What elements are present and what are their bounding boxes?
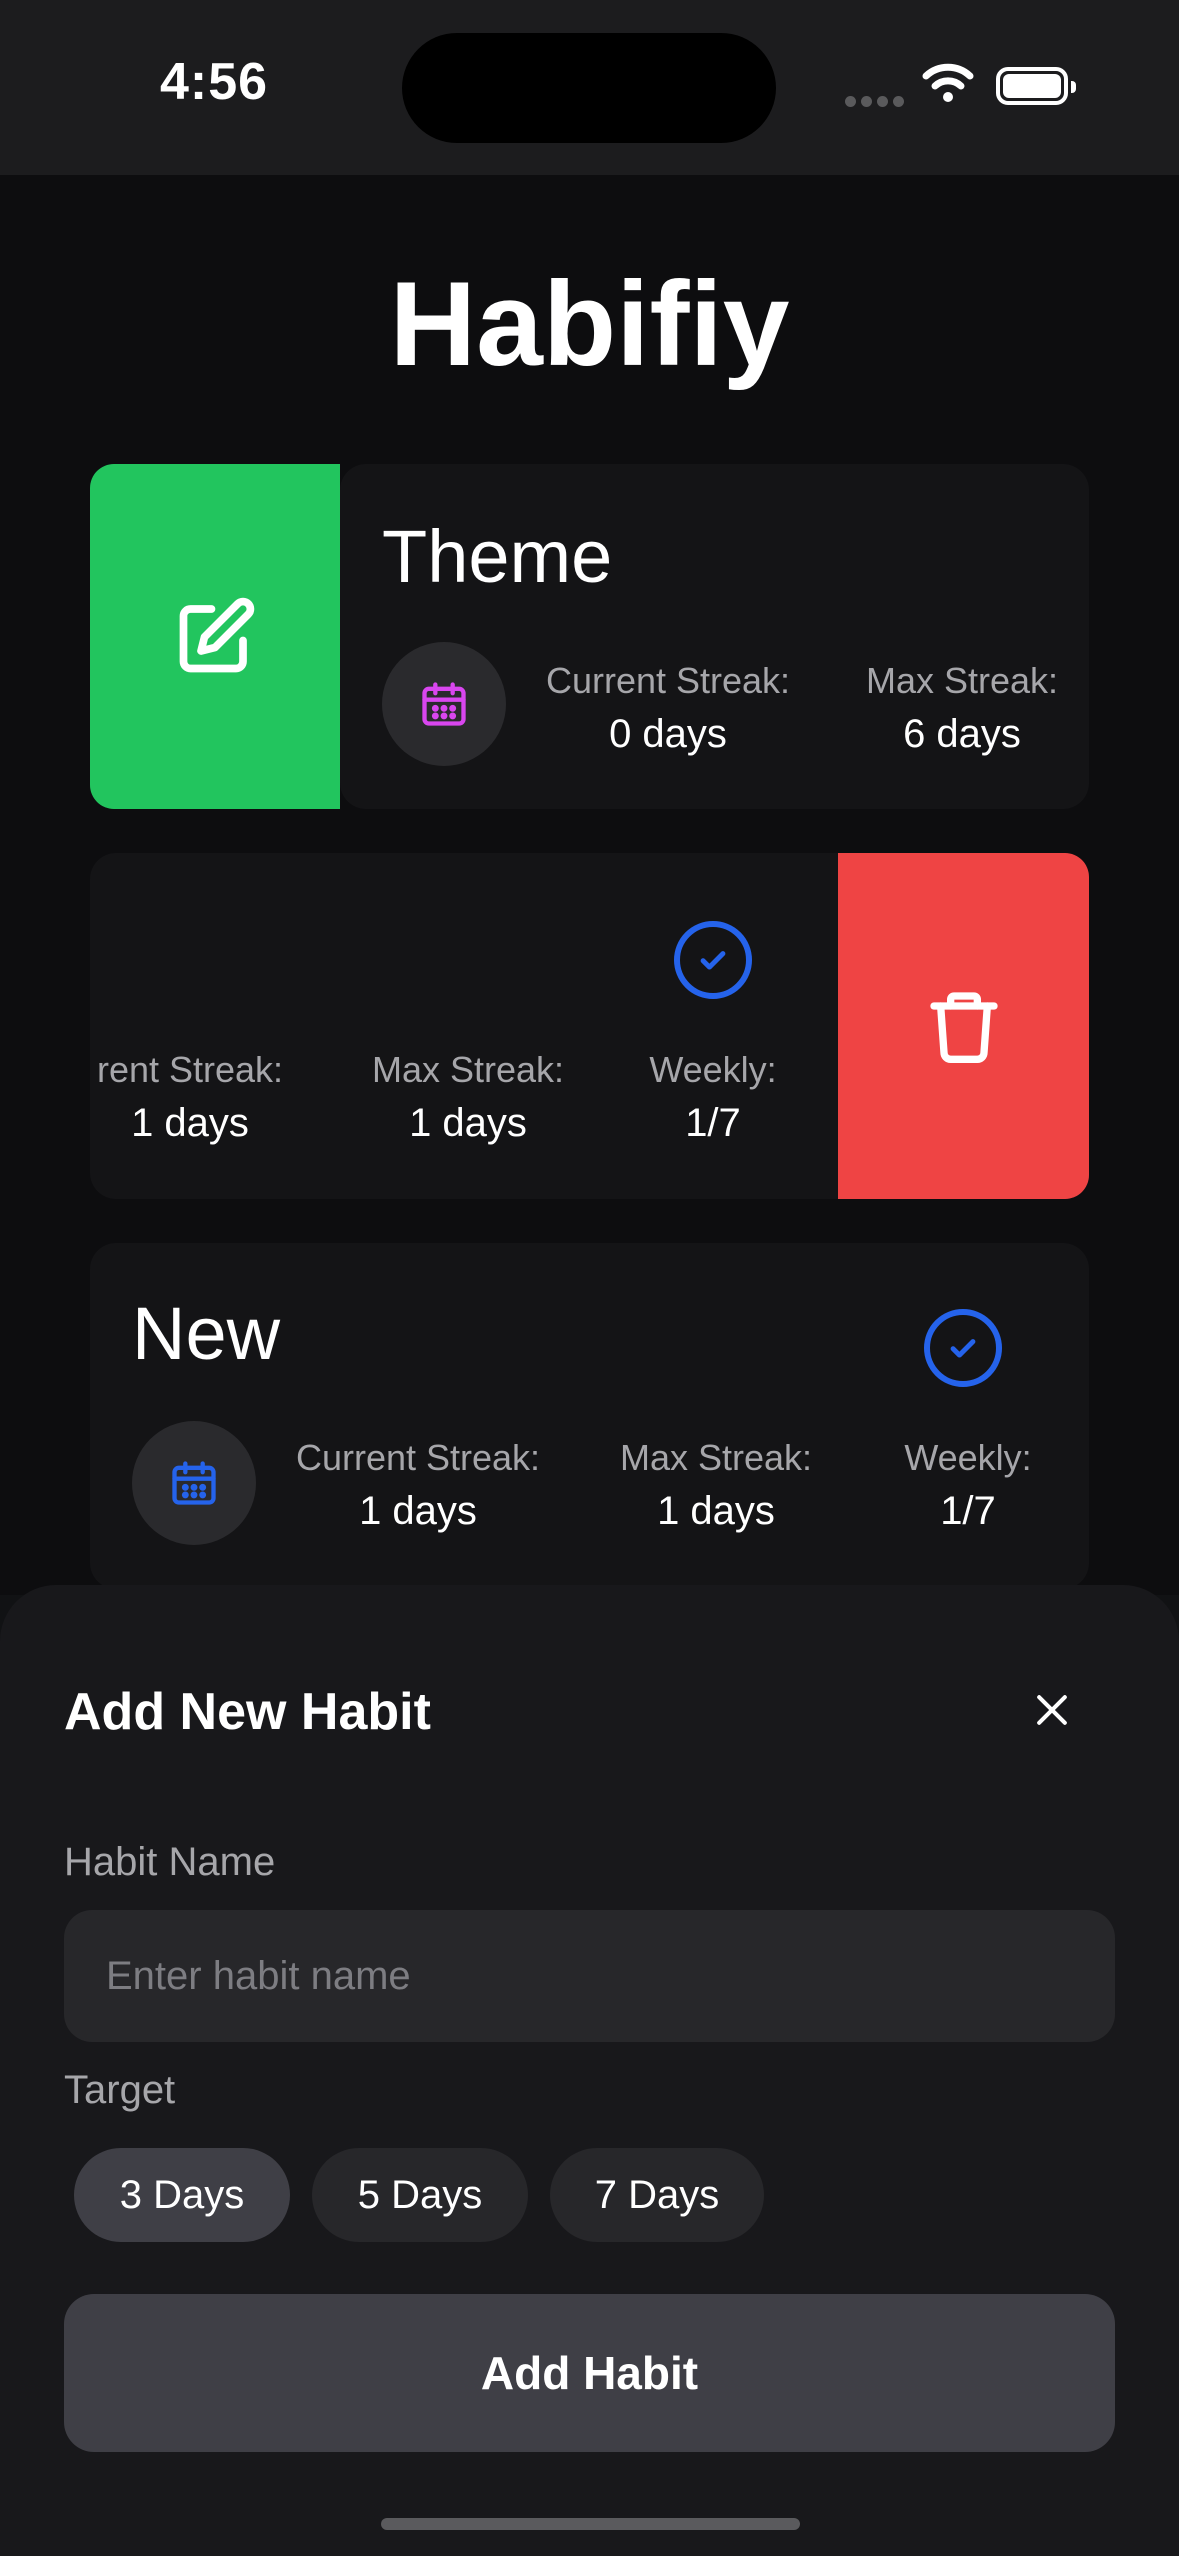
habit-icon-circle [382, 642, 506, 766]
max-streak-value: 1 days [409, 1101, 527, 1145]
dynamic-island [402, 33, 776, 143]
max-streak: Max Streak: 6 days [852, 660, 1072, 757]
status-time: 4:56 [160, 53, 269, 111]
current-streak: Current Streak: 1 days [278, 1437, 558, 1534]
check-circle-icon[interactable] [674, 921, 752, 999]
delete-habit-button[interactable] [838, 853, 1089, 1199]
calendar-icon [422, 682, 466, 726]
current-streak: Current Streak: 0 days [528, 660, 808, 757]
weekly-value: 1/7 [685, 1101, 741, 1145]
sheet-title: Add New Habit [64, 1683, 431, 1741]
edit-icon [179, 597, 255, 672]
add-habit-button[interactable]: Add Habit [64, 2294, 1115, 2452]
current-streak-value: 1 days [131, 1101, 249, 1145]
cellular-signal-icon [845, 94, 909, 112]
habit-card-2[interactable]: rent Streak: 1 days Max Streak: 1 days W… [90, 853, 838, 1199]
target-option-7-days[interactable]: 7 Days [550, 2148, 764, 2242]
status-bar: 4:56 [0, 0, 1179, 175]
weekly-label: Weekly: [904, 1437, 1032, 1478]
current-streak-label: Current Streak: [295, 1437, 541, 1478]
habit-icon-circle [132, 1421, 256, 1545]
max-streak-label: Max Streak: [865, 660, 1059, 701]
max-streak-value: 1 days [657, 1489, 775, 1533]
current-streak-label: Current Streak: [545, 660, 791, 701]
weekly-value: 1/7 [940, 1489, 996, 1533]
trash-icon [929, 992, 998, 1063]
close-button[interactable] [1022, 1680, 1082, 1740]
weekly-label: Weekly: [649, 1049, 777, 1090]
current-streak-value: 1 days [359, 1489, 477, 1533]
home-indicator [381, 2518, 800, 2530]
close-icon [1037, 1695, 1067, 1725]
max-streak-label: Max Streak: [371, 1049, 565, 1090]
habit-card-theme[interactable]: Theme Current Streak: 0 days Max Streak:… [340, 464, 1089, 809]
habit-card-new[interactable]: New Current Streak: 1 days Max Streak: 1… [90, 1243, 1089, 1589]
target-option-3-days[interactable]: 3 Days [74, 2148, 290, 2242]
max-streak: Max Streak: 1 days [358, 1049, 578, 1146]
habit-name-input[interactable] [64, 1910, 1115, 2042]
current-streak-value: 0 days [609, 712, 727, 756]
battery-icon [996, 67, 1076, 105]
weekly-progress: Weekly: 1/7 [888, 1437, 1048, 1534]
habit-name: New [132, 1292, 281, 1375]
edit-habit-button[interactable] [90, 464, 340, 809]
max-streak: Max Streak: 1 days [606, 1437, 826, 1534]
max-streak-label: Max Streak: [619, 1437, 813, 1478]
habit-name: Theme [382, 515, 613, 598]
habit-name-label: Habit Name [64, 1840, 276, 1884]
target-label: Target [64, 2068, 176, 2112]
wifi-icon [922, 62, 974, 109]
current-streak: rent Streak: 1 days [90, 1049, 310, 1146]
check-circle-icon[interactable] [924, 1309, 1002, 1387]
max-streak-value: 6 days [903, 712, 1021, 756]
app-title: Habifiy [389, 257, 790, 391]
current-streak-label: rent Streak: [96, 1049, 284, 1090]
calendar-icon [172, 1461, 216, 1505]
target-option-5-days[interactable]: 5 Days [312, 2148, 528, 2242]
weekly-progress: Weekly: 1/7 [638, 1049, 788, 1146]
